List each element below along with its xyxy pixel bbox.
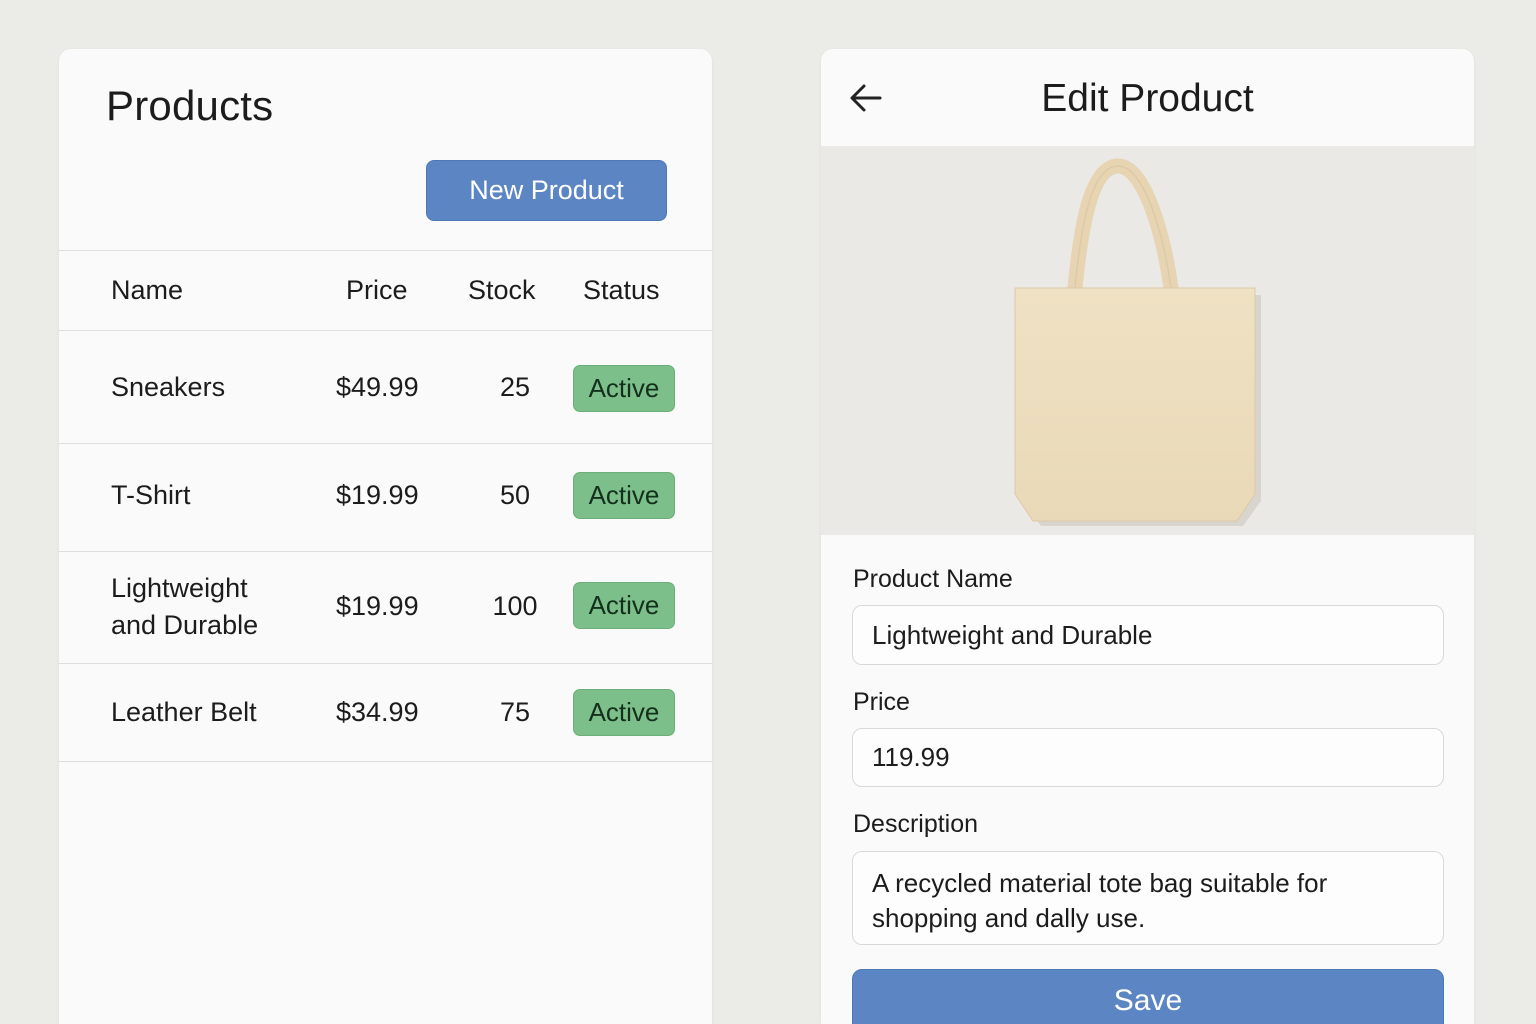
product-name-field[interactable]: Lightweight and Durable — [852, 605, 1444, 665]
table-row[interactable]: Lightweight and Durable $19.99 100 Activ… — [59, 552, 712, 663]
product-price: $49.99 — [336, 372, 419, 402]
column-header-price: Price — [346, 275, 408, 305]
product-price: $19.99 — [336, 591, 419, 621]
product-price: $34.99 — [336, 697, 419, 727]
table-row[interactable]: Sneakers $49.99 25 Active — [59, 331, 712, 443]
edit-product-panel: Edit Product Product Name Lightweight an… — [821, 49, 1474, 1024]
new-product-button[interactable]: New Product — [426, 160, 667, 221]
products-panel: Products New Product Name Price Stock St… — [59, 49, 712, 1024]
tote-bag-image — [1014, 158, 1261, 526]
column-header-stock: Stock — [468, 275, 536, 305]
save-button[interactable]: Save — [852, 969, 1444, 1024]
description-field[interactable]: A recycled material tote bag suitable fo… — [852, 851, 1444, 945]
product-name: Lightweight and Durable — [111, 573, 259, 640]
price-field[interactable]: 119.99 — [852, 728, 1444, 787]
column-header-name: Name — [111, 275, 184, 305]
table-row[interactable]: Leather Belt $34.99 75 Active — [59, 664, 712, 761]
status-badge: Active — [573, 365, 675, 412]
product-stock: 75 — [499, 697, 531, 727]
page-title: Products — [106, 82, 274, 129]
description-label: Description — [853, 810, 979, 838]
status-badge: Active — [573, 472, 675, 519]
product-image — [821, 146, 1474, 535]
product-stock: 50 — [499, 480, 531, 510]
product-name-label: Product Name — [853, 565, 1013, 593]
divider — [59, 761, 712, 762]
product-name: Sneakers — [111, 372, 226, 402]
table-row[interactable]: T-Shirt $19.99 50 Active — [59, 444, 712, 551]
product-stock: 25 — [499, 372, 531, 402]
status-badge: Active — [573, 689, 675, 736]
page-title: Edit Product — [1041, 77, 1254, 120]
status-badge: Active — [573, 582, 675, 629]
product-name: Leather Belt — [111, 697, 257, 727]
price-label: Price — [853, 688, 910, 716]
product-name: T-Shirt — [111, 480, 191, 510]
divider — [59, 250, 712, 251]
column-header-status: Status — [583, 275, 660, 305]
product-stock: 100 — [492, 591, 538, 621]
product-price: $19.99 — [336, 480, 419, 510]
